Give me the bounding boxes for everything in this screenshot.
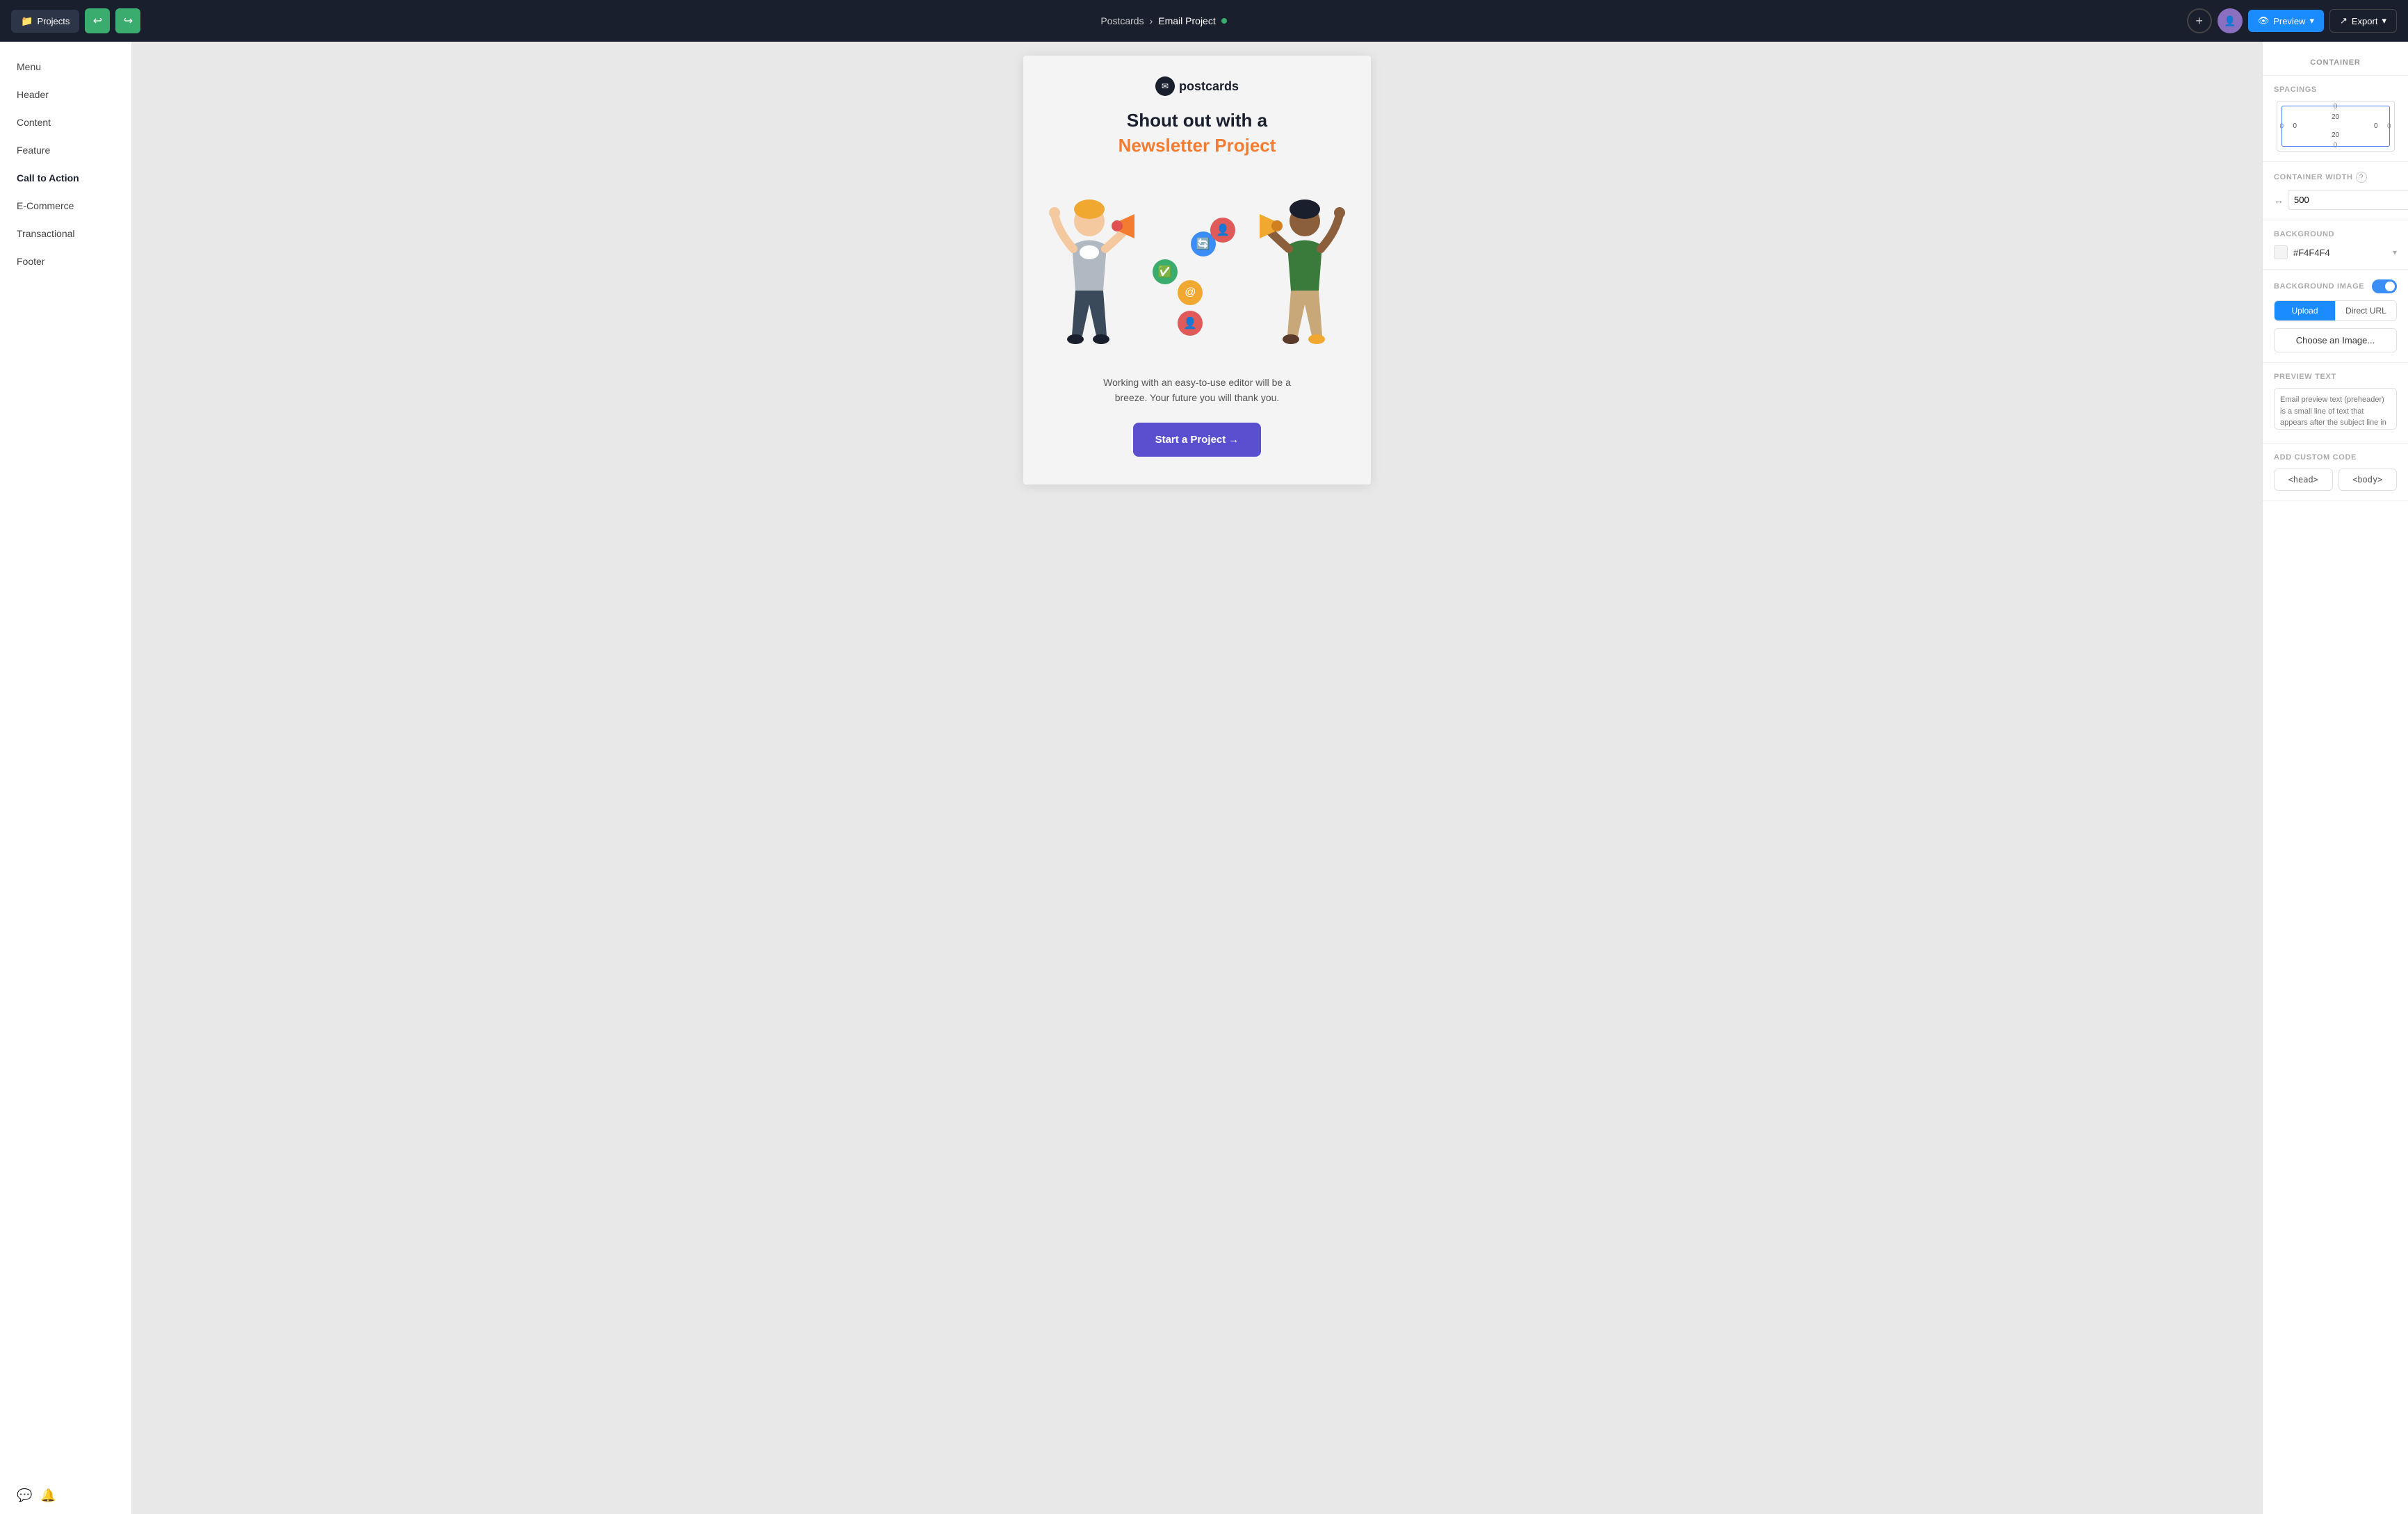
spacing-inner-bottom: 20 xyxy=(2293,131,2378,139)
logo-icon: ✉ xyxy=(1155,76,1175,96)
export-label: Export xyxy=(2352,16,2378,26)
direct-url-tab-button[interactable]: Direct URL xyxy=(2335,301,2396,320)
breadcrumb-parent[interactable]: Postcards xyxy=(1100,15,1144,26)
spacing-box: 0 0 0 0 20 0 0 20 xyxy=(2277,101,2395,152)
bg-row: #F4F4F4 ▾ xyxy=(2274,245,2397,259)
custom-code-section: ADD CUSTOM CODE <head> <body> xyxy=(2263,443,2408,501)
export-arrow-icon: ↗ xyxy=(2340,15,2348,26)
background-label: BACKGROUND xyxy=(2274,230,2397,238)
background-image-toggle[interactable] xyxy=(2372,279,2397,293)
spacing-inner-vals: 0 0 xyxy=(2293,122,2378,130)
width-row: ↔ px xyxy=(2274,190,2397,210)
color-swatch[interactable] xyxy=(2274,245,2288,259)
background-image-section: BACKGROUND IMAGE Upload Direct URL Choos… xyxy=(2263,270,2408,363)
choose-image-button[interactable]: Choose an Image... xyxy=(2274,328,2397,352)
figure-right xyxy=(1260,183,1350,364)
head-code-button[interactable]: <head> xyxy=(2274,469,2333,491)
breadcrumb-separator: › xyxy=(1150,15,1153,26)
spacing-inner-left: 0 xyxy=(2293,122,2297,130)
notification-icon[interactable]: 🔔 xyxy=(40,1488,56,1503)
topbar-breadcrumb: Postcards › Email Project xyxy=(147,15,2179,26)
float-person2-icon: 👤 xyxy=(1178,311,1203,336)
figure-left xyxy=(1044,183,1134,364)
custom-code-label: ADD CUSTOM CODE xyxy=(2274,453,2397,462)
topbar-right: + 👤 👁 Preview ▾ ↗ Export ▾ xyxy=(2187,8,2397,33)
body-code-button[interactable]: <body> xyxy=(2338,469,2398,491)
email-headline-line1: Shout out with a xyxy=(1037,110,1357,131)
upload-tab-button[interactable]: Upload xyxy=(2275,301,2335,320)
panel-section-title: CONTAINER xyxy=(2263,53,2408,76)
spacing-outer: 0 0 0 0 20 0 0 20 xyxy=(2277,101,2395,152)
background-image-label: BACKGROUND IMAGE xyxy=(2274,282,2364,291)
sidebar-item-ecommerce[interactable]: E-Commerce xyxy=(0,192,131,220)
sidebar-item-feature[interactable]: Feature xyxy=(0,136,131,164)
preview-chevron-icon: ▾ xyxy=(2309,15,2314,26)
sidebar-item-menu[interactable]: Menu xyxy=(0,53,131,81)
float-person-icon: 👤 xyxy=(1210,218,1235,243)
email-card[interactable]: ✉ postcards Shout out with a Newsletter … xyxy=(1023,56,1371,485)
eye-icon: 👁 xyxy=(2258,15,2270,26)
background-section: BACKGROUND #F4F4F4 ▾ xyxy=(2263,220,2408,270)
sidebar-item-content[interactable]: Content xyxy=(0,108,131,136)
preview-button[interactable]: 👁 Preview ▾ xyxy=(2248,10,2324,32)
email-cta-label: Start a Project → xyxy=(1155,434,1239,446)
spacing-inner[interactable]: 20 0 0 20 xyxy=(2281,106,2390,147)
topbar: 📁 Projects ↩ ↪ Postcards › Email Project… xyxy=(0,0,2408,42)
code-row: <head> <body> xyxy=(2274,469,2397,491)
email-logo: ✉ postcards xyxy=(1037,76,1357,96)
color-chevron-icon[interactable]: ▾ xyxy=(2393,247,2397,257)
color-hex-value: #F4F4F4 xyxy=(2293,247,2387,258)
float-check-icon: ✅ xyxy=(1153,259,1178,284)
folder-icon: 📁 xyxy=(21,15,33,27)
resize-icon: ↔ xyxy=(2274,195,2284,206)
bg-image-tab-row: Upload Direct URL xyxy=(2274,300,2397,321)
projects-button[interactable]: 📁 Projects xyxy=(11,10,79,33)
sidebar-item-transactional[interactable]: Transactional xyxy=(0,220,131,247)
sidebar-item-footer[interactable]: Footer xyxy=(0,247,131,275)
sidebar: Menu Header Content Feature Call to Acti… xyxy=(0,42,132,1514)
right-panel: CONTAINER SPACINGS 0 0 0 0 20 0 0 20 xyxy=(2262,42,2408,1514)
main-layout: Menu Header Content Feature Call to Acti… xyxy=(0,42,2408,1514)
add-button[interactable]: + xyxy=(2187,8,2212,33)
spacings-section: SPACINGS 0 0 0 0 20 0 0 20 xyxy=(2263,76,2408,162)
spacing-inner-top: 20 xyxy=(2293,113,2378,121)
preview-text-section: PREVIEW TEXT xyxy=(2263,363,2408,443)
float-at-icon: @ xyxy=(1178,280,1203,305)
container-width-label: CONTAINER WIDTH xyxy=(2274,173,2353,181)
sidebar-bottom: 💬 🔔 xyxy=(0,1488,132,1503)
sidebar-item-header[interactable]: Header xyxy=(0,81,131,108)
email-headline-line2: Newsletter Project xyxy=(1037,134,1357,158)
sidebar-item-call-to-action[interactable]: Call to Action xyxy=(0,164,131,192)
email-body-text: Working with an easy-to-use editor will … xyxy=(1086,375,1308,406)
logo-text: postcards xyxy=(1179,79,1239,94)
email-illustration: 🔄 ✅ 👤 @ 👤 xyxy=(1037,169,1357,364)
preview-text-input[interactable] xyxy=(2274,388,2397,430)
container-width-help-icon[interactable]: ? xyxy=(2356,172,2367,183)
preview-text-label: PREVIEW TEXT xyxy=(2274,373,2397,381)
bg-image-row: BACKGROUND IMAGE xyxy=(2274,279,2397,293)
container-width-input[interactable] xyxy=(2288,190,2408,210)
breadcrumb-current: Email Project xyxy=(1158,15,1215,26)
export-chevron-icon: ▾ xyxy=(2382,15,2386,26)
preview-label: Preview xyxy=(2273,16,2305,26)
email-inner: ✉ postcards Shout out with a Newsletter … xyxy=(1023,56,1371,485)
canvas-area: ✉ postcards Shout out with a Newsletter … xyxy=(132,42,2262,1514)
projects-label: Projects xyxy=(37,16,70,26)
spacing-inner-right: 0 xyxy=(2374,122,2378,130)
export-button[interactable]: ↗ Export ▾ xyxy=(2329,9,2397,33)
container-width-section: CONTAINER WIDTH ? ↔ px xyxy=(2263,162,2408,220)
topbar-left: 📁 Projects ↩ ↪ xyxy=(11,8,140,33)
redo-button[interactable]: ↪ xyxy=(115,8,140,33)
email-cta-button[interactable]: Start a Project → xyxy=(1133,423,1262,457)
spacings-label: SPACINGS xyxy=(2274,86,2397,94)
online-indicator xyxy=(1221,18,1227,24)
chat-icon[interactable]: 💬 xyxy=(17,1488,32,1503)
avatar: 👤 xyxy=(2218,8,2243,33)
undo-button[interactable]: ↩ xyxy=(85,8,110,33)
